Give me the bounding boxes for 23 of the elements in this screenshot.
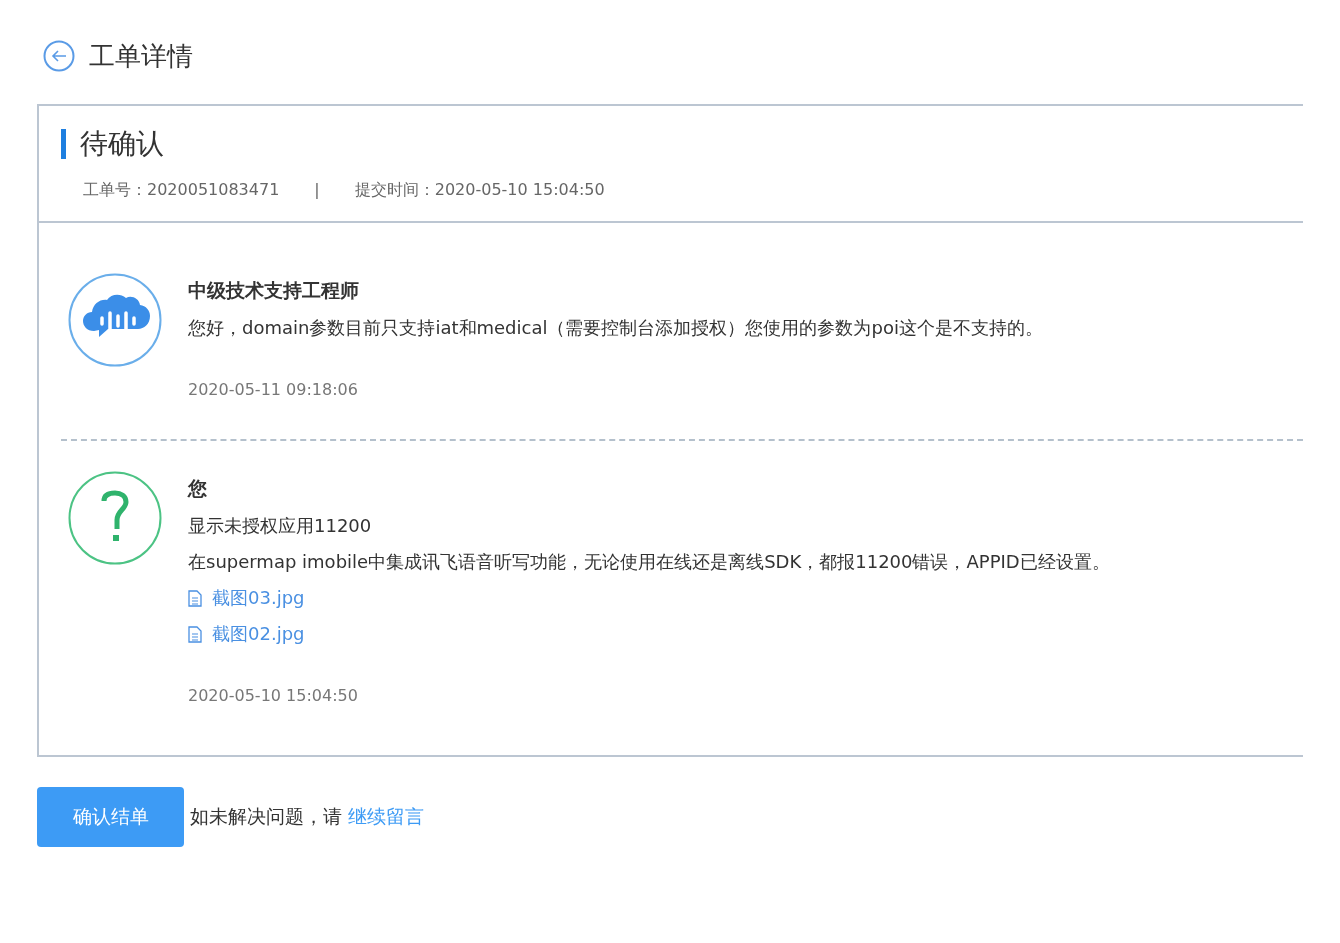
message-time: 2020-05-11 09:18:06	[188, 380, 359, 399]
attachment-link[interactable]: 截图03.jpg	[188, 586, 1283, 610]
back-icon[interactable]	[43, 40, 75, 72]
ticket-status: 待确认	[80, 126, 164, 162]
message-author: 您	[188, 476, 208, 501]
page-title: 工单详情	[89, 39, 193, 73]
message-text: 显示未授权应用11200	[188, 514, 373, 538]
continue-message-link[interactable]: 继续留言	[348, 804, 424, 830]
file-icon	[188, 589, 202, 607]
message-text: 在supermap imobile中集成讯飞语音听写功能，无论使用在线还是离线SDK，都报11200错误，APPID已经设置。	[188, 550, 1111, 574]
file-icon	[188, 625, 202, 643]
cloud-avatar-icon	[68, 273, 162, 367]
footer-prompt: 如未解决问题，请	[190, 804, 342, 829]
submit-time: 提交时间：2020-05-10 15:04:50	[354, 180, 605, 201]
meta-separator: |	[314, 180, 320, 201]
message-author: 中级技术支持工程师	[188, 278, 360, 303]
message-text: 您好，domain参数目前只支持iat和medical（需要控制台添加授权）您使用的参数为poi这个是不支持的。	[188, 316, 1044, 340]
status-marker	[61, 129, 66, 159]
message-time: 2020-05-10 15:04:50	[188, 686, 359, 705]
ticket-number: 工单号：2020051083471	[83, 180, 280, 201]
question-avatar-icon	[68, 471, 162, 565]
attachment-link[interactable]: 截图02.jpg	[188, 622, 1283, 646]
confirm-close-button[interactable]: 确认结单	[37, 787, 184, 847]
